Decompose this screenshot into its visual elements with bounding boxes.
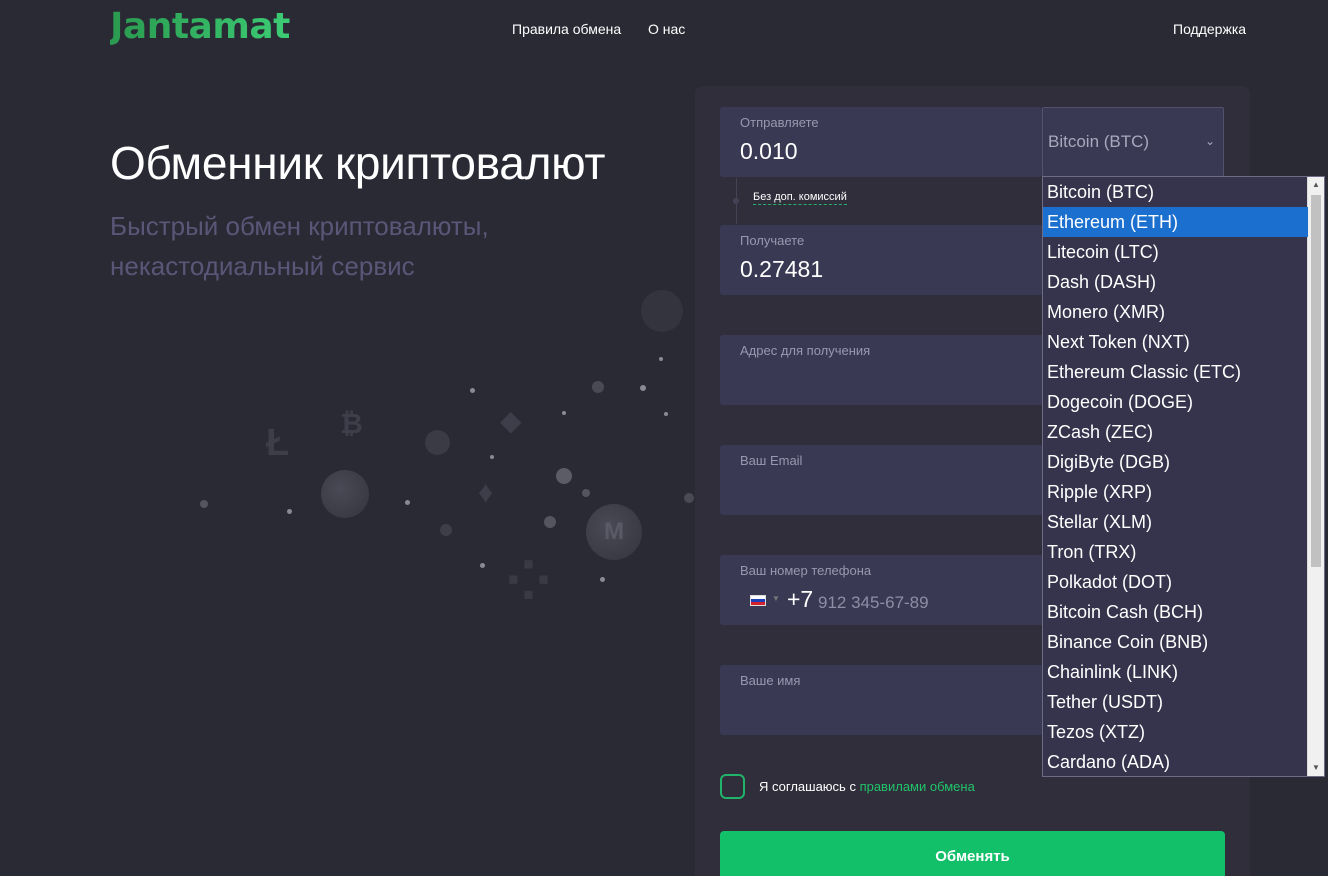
caret-down-icon[interactable]: ▼ [772,594,780,603]
exchange-rules-link[interactable]: правилами обмена [860,779,975,794]
dropdown-option[interactable]: Monero (XMR) [1043,297,1308,327]
nav-link-about[interactable]: О нас [648,21,685,37]
dropdown-option[interactable]: Chainlink (LINK) [1043,657,1308,687]
send-amount-input[interactable]: 0.010 [740,138,798,165]
dropdown-option[interactable]: Bitcoin (BTC) [1043,177,1308,207]
dropdown-option[interactable]: Dogecoin (DOGE) [1043,387,1308,417]
dropdown-option[interactable]: Tezos (XTZ) [1043,717,1308,747]
dropdown-option[interactable]: Binance Coin (BNB) [1043,627,1308,657]
receive-label: Получаете [740,233,805,248]
dogecoin-icon [321,470,369,518]
dropdown-option[interactable]: Stellar (XLM) [1043,507,1308,537]
no-fee-badge[interactable]: Без доп. комиссий [753,191,847,205]
dropdown-option[interactable]: Dash (DASH) [1043,267,1308,297]
dropdown-option[interactable]: Ethereum Classic (ETC) [1043,357,1308,387]
send-currency-select[interactable]: Bitcoin (BTC) ⌄ [1042,107,1224,177]
dropdown-option[interactable]: Ripple (XRP) [1043,477,1308,507]
send-currency-value: Bitcoin (BTC) [1048,132,1150,151]
chevron-down-icon: ⌄ [1204,134,1215,148]
litecoin-icon: Ł [266,422,290,464]
dropdown-option[interactable]: ZCash (ZEC) [1043,417,1308,447]
dropdown-option[interactable]: Polkadot (DOT) [1043,567,1308,597]
send-label: Отправляете [740,115,819,130]
nav-link-exchange-rules[interactable]: Правила обмена [512,21,621,37]
dropdown-option[interactable]: Tron (TRX) [1043,537,1308,567]
scroll-down-icon[interactable]: ▼ [1312,763,1320,772]
dropdown-option[interactable]: Cardano (ADA) [1043,747,1308,776]
binance-icon: ◆ [500,405,522,436]
scrollbar-thumb[interactable] [1311,195,1321,567]
dropdown-option[interactable]: Bitcoin Cash (BCH) [1043,597,1308,627]
dropdown-option[interactable]: DigiByte (DGB) [1043,447,1308,477]
exchange-button-label: Обменять [935,847,1010,865]
dropdown-scrollbar[interactable]: ▲ ▼ [1307,177,1324,776]
cardano-icon: ⁘ [505,549,552,612]
dropdown-option[interactable]: Ethereum (ETH) [1043,207,1308,237]
dropdown-option[interactable]: Litecoin (LTC) [1043,237,1308,267]
phone-country-code: +7 [787,586,814,612]
agree-text: Я соглашаюсь с [759,779,860,794]
bitcoin-icon: ₿ [340,408,363,439]
scroll-up-icon[interactable]: ▲ [1312,180,1320,189]
currency-dropdown-list[interactable]: ▲ ▼ Bitcoin (BTC) Ethereum (ETH) Litecoin … [1042,176,1325,777]
ethereum-icon: ♦ [478,476,494,509]
agree-label: Я соглашаюсь с правилами обмена [759,779,975,794]
email-label: Ваш Email [740,453,803,468]
receive-amount-value: 0.27481 [740,256,824,282]
address-label: Адрес для получения [740,343,871,358]
hero-title: Обменник криптовалют [110,137,606,189]
exchange-button[interactable]: Обменять [720,831,1225,876]
phone-label: Ваш номер телефона [740,563,872,578]
dropdown-option[interactable]: Next Token (NXT) [1043,327,1308,357]
nav-link-support[interactable]: Поддержка [1173,21,1246,37]
phone-input[interactable]: 912 345-67-89 [818,593,929,613]
dropdown-option[interactable]: Tether (USDT) [1043,687,1308,717]
hero-subtitle: Быстрый обмен криптовалюты, некастодиаль… [110,211,489,281]
jantamat-logo[interactable]: Jantamat [110,6,290,47]
connector-dot [733,198,739,204]
name-label: Ваше имя [740,673,801,688]
monero-icon: M [586,504,642,560]
russia-flag-icon[interactable] [750,595,766,606]
send-amount-field[interactable]: Отправляете 0.010 [720,107,1042,177]
agree-checkbox[interactable] [720,774,745,799]
